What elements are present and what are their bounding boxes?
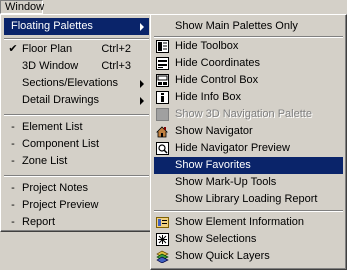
menu-item-label: Floor Plan: [22, 43, 73, 55]
submenu-arrow-icon: [140, 97, 144, 105]
menu-item-label: Zone List: [22, 155, 68, 167]
menu-item-hide-info-box[interactable]: Hide Info Box: [154, 89, 343, 106]
menu-item-label: Report: [22, 216, 56, 228]
menu-item-sections-elevations[interactable]: Sections/Elevations: [4, 75, 149, 92]
menu-item-label: 3D Window: [22, 60, 79, 72]
menu-item-detail-drawings[interactable]: Detail Drawings: [4, 92, 149, 109]
menu-item-label: Show Selections: [175, 233, 257, 245]
coordinates-icon: [156, 57, 169, 70]
menu-separator: [154, 210, 343, 212]
menu-item-show-quick-layers[interactable]: Show Quick Layers: [154, 248, 343, 265]
menu-item-label: Show Favorites: [175, 159, 251, 171]
menu-item-show-3d-navigation-palette: Show 3D Navigation Palette: [154, 106, 343, 123]
menu-item-show-selections[interactable]: Show Selections: [154, 231, 343, 248]
bullet-icon: -: [11, 199, 15, 211]
menu-item-show-main-palettes-only[interactable]: Show Main Palettes Only: [154, 18, 343, 35]
menu-item-label: Show Library Loading Report: [175, 193, 318, 205]
shortcut-label: Ctrl+3: [101, 60, 131, 72]
checkmark-icon: ✔: [8, 43, 18, 55]
menu-item-label: Show Quick Layers: [175, 250, 270, 262]
submenu-arrow-icon: [140, 80, 144, 88]
menu-item-label: Element List: [22, 121, 83, 133]
menu-item-label: Sections/Elevations: [22, 77, 118, 89]
control-box-icon: [156, 74, 169, 87]
menu-item-label: Show 3D Navigation Palette: [175, 108, 312, 120]
menu-item-floating-palettes[interactable]: Floating Palettes: [4, 18, 149, 35]
menu-item-label: Hide Coordinates: [175, 57, 260, 69]
quick-layers-icon: [156, 250, 169, 263]
menu-item-hide-toolbox[interactable]: Hide Toolbox: [154, 38, 343, 55]
bullet-icon: -: [11, 155, 15, 167]
bullet-icon: -: [11, 138, 15, 150]
menu-item-label: Hide Control Box: [175, 74, 259, 86]
menu-item-label: Hide Toolbox: [175, 40, 239, 52]
menu-item-label: Detail Drawings: [22, 94, 100, 106]
menu-separator: [4, 175, 149, 177]
menu-item-report[interactable]: - Report: [4, 214, 149, 231]
window-menu-title[interactable]: Window: [0, 0, 44, 14]
menu-item-component-list[interactable]: - Component List: [4, 136, 149, 153]
menu-item-label: Show Element Information: [175, 216, 305, 228]
3d-navigation-icon: [156, 108, 169, 121]
element-info-icon: [156, 216, 169, 229]
submenu-arrow-icon: [140, 23, 144, 31]
menu-item-project-notes[interactable]: - Project Notes: [4, 180, 149, 197]
menu-item-label: Floating Palettes: [11, 20, 93, 32]
menu-separator: [4, 114, 149, 116]
menu-item-label: Hide Info Box: [175, 91, 242, 103]
menu-item-floor-plan[interactable]: ✔ Floor Plan Ctrl+2: [4, 41, 149, 58]
menu-item-show-favorites[interactable]: Show Favorites: [154, 157, 343, 174]
info-box-icon: [156, 91, 169, 104]
menu-item-show-element-information[interactable]: Show Element Information: [154, 214, 343, 231]
selections-icon: [156, 233, 169, 246]
menu-item-label: Show Main Palettes Only: [175, 20, 298, 32]
navigator-preview-icon: [156, 142, 169, 155]
menu-item-zone-list[interactable]: - Zone List: [4, 153, 149, 170]
menu-item-hide-coordinates[interactable]: Hide Coordinates: [154, 55, 343, 72]
menu-item-label: Project Preview: [22, 199, 99, 211]
menu-item-hide-control-box[interactable]: Hide Control Box: [154, 72, 343, 89]
bullet-icon: -: [11, 216, 15, 228]
menu-item-project-preview[interactable]: - Project Preview: [4, 197, 149, 214]
menu-item-3d-window[interactable]: 3D Window Ctrl+3: [4, 58, 149, 75]
bullet-icon: -: [11, 182, 15, 194]
menu-item-label: Show Mark-Up Tools: [175, 176, 277, 188]
menu-item-label: Component List: [22, 138, 100, 150]
floating-palettes-submenu: Show Main Palettes Only Hide Toolbox Hid…: [150, 14, 347, 270]
menu-item-show-library-loading-report[interactable]: Show Library Loading Report: [154, 191, 343, 208]
window-menu-dropdown: Floating Palettes ✔ Floor Plan Ctrl+2 3D…: [0, 14, 153, 232]
shortcut-label: Ctrl+2: [101, 43, 131, 55]
menu-item-label: Show Navigator: [175, 125, 253, 137]
menu-item-element-list[interactable]: - Element List: [4, 119, 149, 136]
menu-item-hide-navigator-preview[interactable]: Hide Navigator Preview: [154, 140, 343, 157]
toolbox-icon: [156, 40, 169, 53]
menu-bar: Window: [0, 0, 347, 14]
menu-item-label: Hide Navigator Preview: [175, 142, 290, 154]
navigator-icon: [156, 125, 169, 138]
menu-separator: [4, 38, 149, 40]
menu-item-label: Project Notes: [22, 182, 89, 194]
menu-item-show-navigator[interactable]: Show Navigator: [154, 123, 343, 140]
menu-item-show-mark-up-tools[interactable]: Show Mark-Up Tools: [154, 174, 343, 191]
bullet-icon: -: [11, 121, 15, 133]
